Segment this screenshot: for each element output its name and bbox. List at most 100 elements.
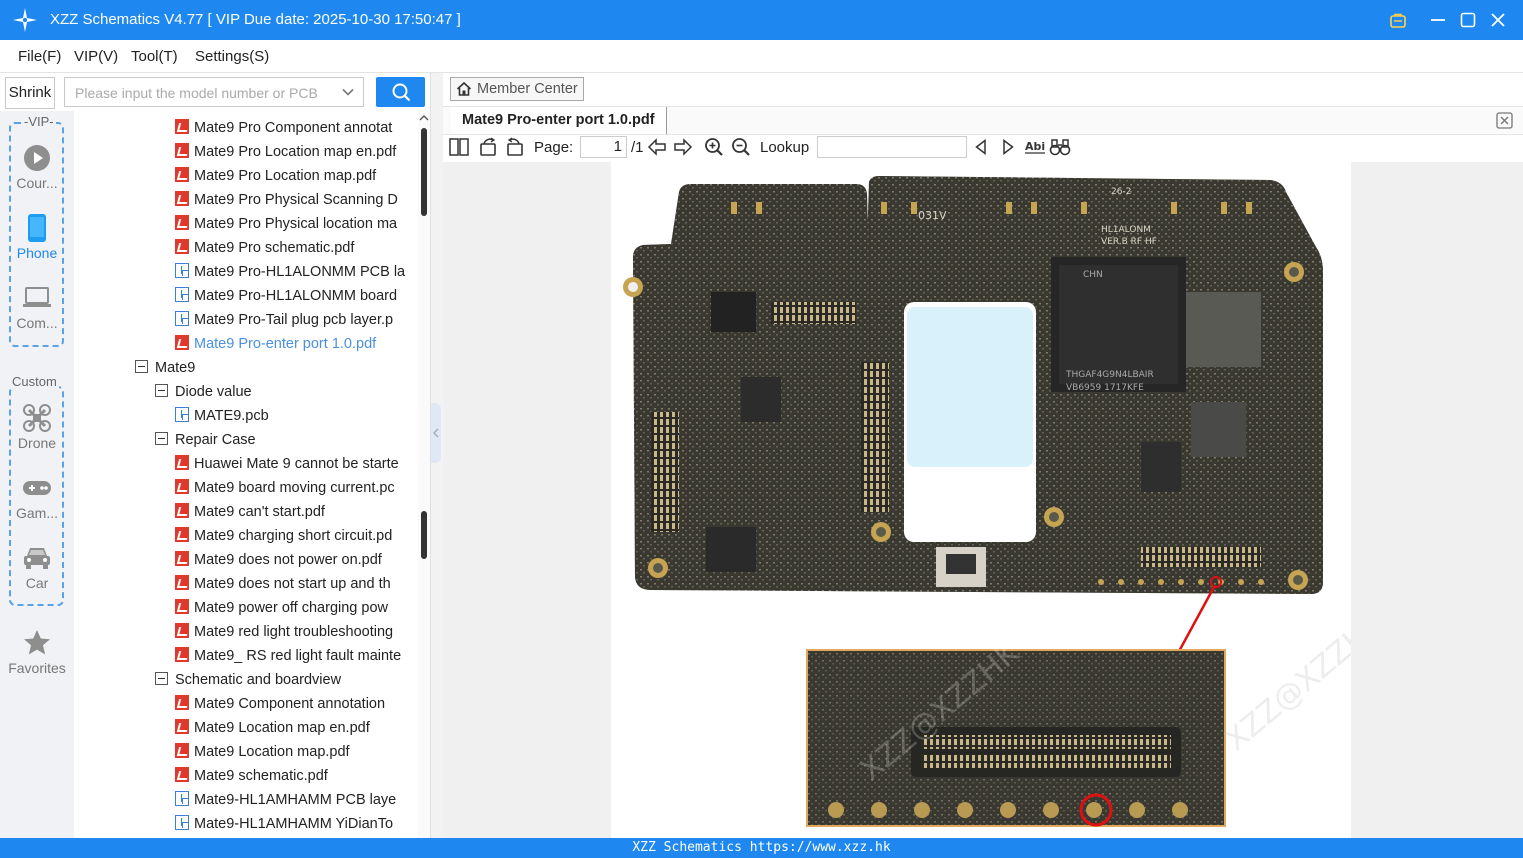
collapse-toggle-icon[interactable] — [135, 360, 148, 373]
tree-item-label: Mate9 Pro-HL1ALONMM board — [194, 288, 398, 304]
pdf-file-icon — [175, 599, 189, 614]
zoom-in-icon[interactable] — [704, 137, 724, 157]
tree-file[interactable]: Mate9 does not power on.pdf — [175, 548, 382, 572]
page-number-input[interactable]: 1 — [580, 136, 627, 158]
search-input[interactable] — [73, 79, 337, 107]
search-button[interactable] — [376, 77, 425, 107]
pdf-viewer[interactable]: 031V CHN THGAF4G9N4LBAIR VB6959 1717KFE … — [443, 162, 1523, 838]
find-next-icon[interactable] — [998, 137, 1018, 157]
collapse-toggle-icon[interactable] — [155, 672, 168, 685]
nav-phone[interactable]: Phone — [0, 213, 74, 261]
tree-item-label: Mate9 Pro-enter port 1.0.pdf — [194, 336, 377, 352]
rotate-left-icon[interactable] — [478, 137, 498, 157]
tree-file[interactable]: Mate9 charging short circuit.pd — [175, 524, 392, 548]
tree-file[interactable]: Mate9 schematic.pdf — [175, 764, 328, 788]
tree-file[interactable]: Mate9 can't start.pdf — [175, 500, 325, 524]
tree-item-label: Mate9 Component annotation — [194, 696, 386, 712]
app-logo-icon — [13, 8, 37, 32]
tree-file[interactable]: Mate9 does not start up and th — [175, 572, 391, 596]
tree-file[interactable]: Mate9 Pro Physical location ma — [175, 212, 397, 236]
custom-group-label: Custom — [10, 374, 59, 389]
tree-file[interactable]: Mate9 Pro Location map.pdf — [175, 164, 376, 188]
tree-file[interactable]: Mate9_ RS red light fault mainte — [175, 644, 401, 668]
phone-icon — [22, 213, 52, 243]
nav-favorites[interactable]: Favorites — [0, 628, 74, 676]
nav-drone[interactable]: Drone — [0, 403, 74, 451]
collapse-toggle-icon[interactable] — [155, 432, 168, 445]
search-icon — [392, 83, 410, 102]
menu-vip[interactable]: VIP(V) — [74, 48, 118, 65]
shrink-button[interactable]: Shrink — [5, 77, 55, 109]
tree-file[interactable]: Huawei Mate 9 cannot be starte — [175, 452, 399, 476]
chevron-down-icon[interactable] — [341, 85, 355, 99]
nav-courses[interactable]: Cour... — [0, 143, 74, 191]
nav-car[interactable]: Car — [0, 543, 74, 591]
tree-file[interactable]: Mate9 Pro-enter port 1.0.pdf — [175, 332, 376, 356]
tree-file[interactable]: Mate9-HL1AMHAMM YiDianTo — [175, 812, 393, 836]
tree-scrollbar[interactable] — [418, 111, 430, 838]
next-page-icon[interactable] — [673, 137, 693, 157]
drone-icon — [22, 403, 52, 433]
tree-item-label: Mate9 Pro Physical location ma — [194, 216, 398, 232]
tree-file[interactable]: MATE9.pcb — [175, 404, 269, 428]
title-bar: XZZ Schematics V4.77 [ VIP Due date: 202… — [0, 0, 1523, 40]
lookup-input[interactable] — [817, 136, 967, 158]
rotate-right-icon[interactable] — [505, 137, 525, 157]
previous-page-icon[interactable] — [647, 137, 667, 157]
tree-folder[interactable]: Repair Case — [155, 428, 256, 452]
nav-game[interactable]: Gam... — [0, 473, 74, 521]
tree-file[interactable]: Mate9 Component annotation — [175, 692, 385, 716]
tree-file[interactable]: Mate9 board moving current.pc — [175, 476, 395, 500]
tree-file[interactable]: Mate9 Pro Location map en.pdf — [175, 140, 396, 164]
match-case-icon[interactable]: Abi — [1024, 137, 1046, 157]
tree-file[interactable]: Mate9 red light troubleshooting — [175, 620, 393, 644]
close-button[interactable] — [1486, 8, 1510, 32]
tree-file[interactable]: Mate9 Pro-HL1ALONMM board — [175, 284, 397, 308]
scrollbar-thumb[interactable] — [421, 128, 427, 216]
panel-splitter[interactable] — [430, 73, 443, 838]
gamepad-icon — [22, 473, 52, 503]
minimize-button[interactable] — [1426, 8, 1450, 32]
menu-tool[interactable]: Tool(T) — [131, 48, 178, 65]
tree-file[interactable]: Mate9 power off charging pow — [175, 596, 388, 620]
scrollbar-thumb-secondary[interactable] — [421, 511, 427, 559]
find-previous-icon[interactable] — [971, 137, 991, 157]
pdf-file-icon — [175, 575, 189, 590]
collapse-toggle-icon[interactable] — [155, 384, 168, 397]
pdf-file-icon — [175, 143, 189, 158]
tree-file[interactable]: Mate9 Pro-HL1ALONMM PCB la — [175, 260, 405, 284]
member-center-button[interactable]: Member Center — [450, 77, 584, 101]
tree-folder[interactable]: Diode value — [155, 380, 252, 404]
two-page-view-icon[interactable] — [449, 137, 469, 157]
chip-label-date-code: VB6959 1717KFE — [1066, 383, 1144, 393]
tab-mate9-pro-enter-port[interactable]: Mate9 Pro-enter port 1.0.pdf — [451, 107, 667, 134]
menu-file[interactable]: File(F) — [18, 48, 61, 65]
tree-file[interactable]: Mate9 Pro Component annotat — [175, 116, 392, 140]
tree-file[interactable]: Mate9 Location map en.pdf — [175, 716, 370, 740]
nav-computer[interactable]: Com... — [0, 283, 74, 331]
tree-item-label: Mate9 Pro-HL1ALONMM PCB la — [194, 264, 406, 280]
model-search-combobox[interactable] — [64, 77, 364, 107]
maximize-button[interactable] — [1456, 8, 1480, 32]
window-title: XZZ Schematics V4.77 [ VIP Due date: 202… — [50, 11, 461, 28]
tree-folder[interactable]: Schematic and boardview — [155, 668, 341, 692]
menu-settings[interactable]: Settings(S) — [195, 48, 269, 65]
pcb-file-icon — [175, 407, 189, 422]
splitter-handle[interactable] — [431, 403, 441, 463]
tree-file[interactable]: Mate9 Pro Physical Scanning D — [175, 188, 398, 212]
vip-bag-icon[interactable] — [1386, 8, 1410, 32]
scroll-up-icon[interactable] — [419, 114, 429, 122]
tree-folder[interactable]: Mate9 — [135, 356, 195, 380]
close-tab-icon[interactable] — [1496, 112, 1513, 129]
tree-file[interactable]: Mate9 Location map.pdf — [175, 740, 350, 764]
zoom-out-icon[interactable] — [731, 137, 751, 157]
tree-file[interactable]: Mate9 Pro schematic.pdf — [175, 236, 354, 260]
star-icon — [22, 628, 52, 658]
pdf-file-icon — [175, 767, 189, 782]
tree-item-label: Mate9 — [155, 360, 196, 376]
tree-item-label: Mate9 power off charging pow — [194, 600, 388, 616]
tree-file[interactable]: Mate9 Pro-Tail plug pcb layer.p — [175, 308, 393, 332]
tree-file[interactable]: Mate9-HL1AMHAMM PCB laye — [175, 788, 396, 812]
binoculars-icon[interactable] — [1049, 137, 1071, 157]
tree-item-label: Mate9 Pro schematic.pdf — [194, 240, 355, 256]
